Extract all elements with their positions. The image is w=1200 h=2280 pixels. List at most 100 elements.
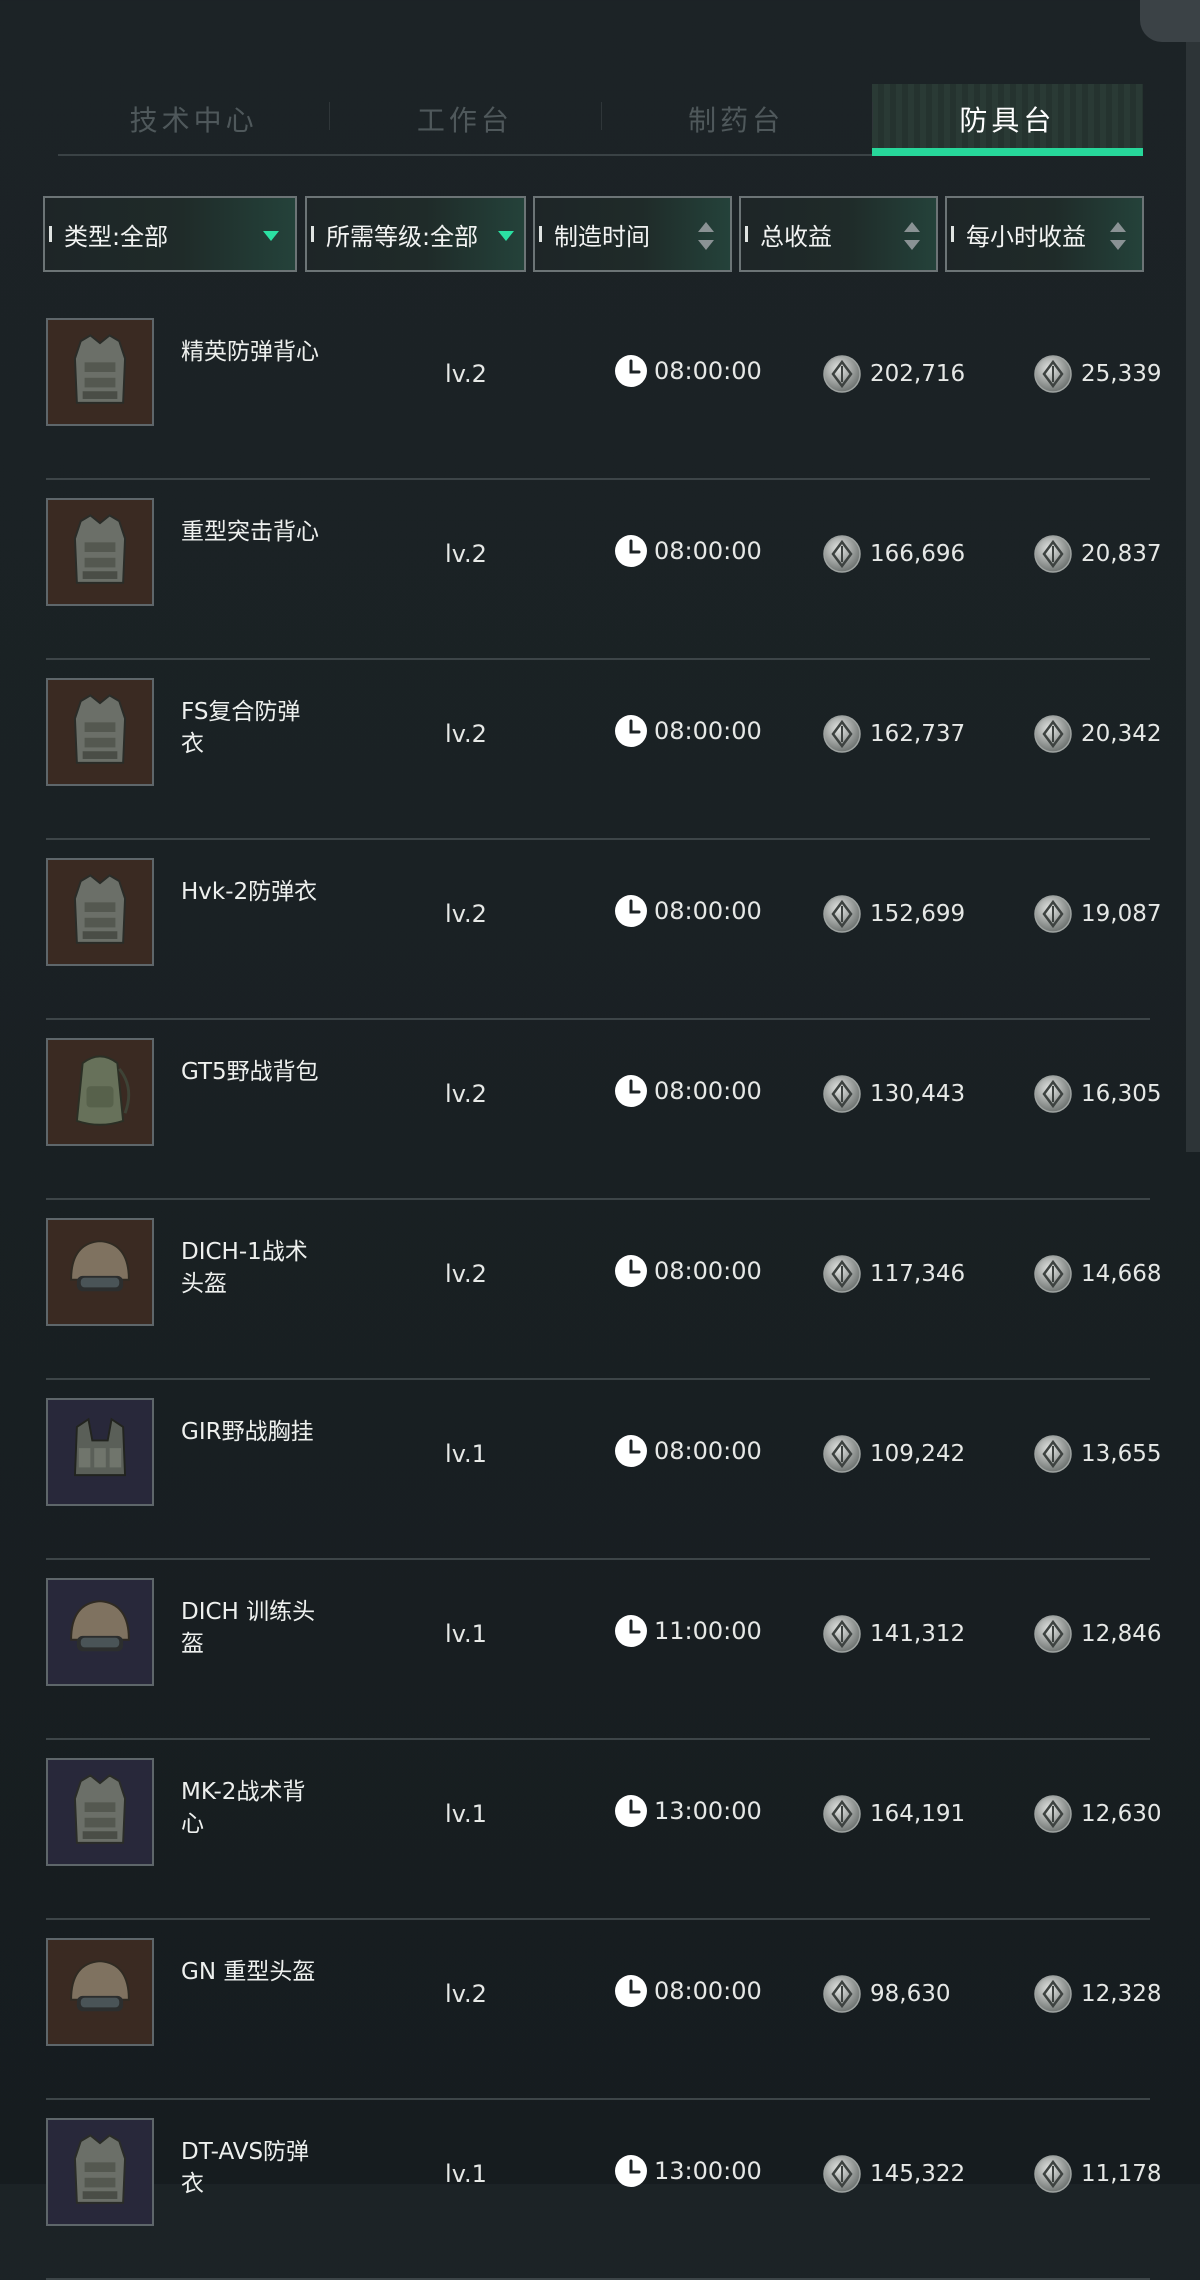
level-filter-label: 所需等级:全部 [326, 222, 479, 251]
list-item[interactable]: DICH-1战术头盔 lv.2 08:00:00 117,346 14,668 [46, 1200, 1161, 1380]
window-corner [1140, 0, 1200, 42]
craft-time: 08:00:00 [614, 1434, 762, 1468]
craft-time: 08:00:00 [614, 714, 762, 748]
list-item[interactable]: 精英防弹背心 lv.2 08:00:00 202,716 25,339 [46, 300, 1161, 480]
list-item[interactable]: FS复合防弹衣 lv.2 08:00:00 162,737 20,342 [46, 660, 1161, 840]
clock-icon [615, 2155, 647, 2187]
list-item[interactable]: GN 重型头盔 lv.2 08:00:00 98,630 12,328 [46, 1920, 1161, 2100]
coin-icon [1034, 355, 1072, 393]
type-filter-label: 类型:全部 [64, 222, 169, 251]
tab-armor-bench[interactable]: 防具台 [871, 84, 1144, 156]
tab-workbench[interactable]: 工作台 [329, 84, 600, 154]
craft-time: 08:00:00 [614, 894, 762, 928]
coin-icon [823, 1615, 861, 1653]
hourly-profit-value: 14,668 [1081, 1261, 1162, 1287]
sort-icon [698, 222, 714, 250]
sort-icon [1110, 222, 1126, 250]
scrollbar[interactable] [1186, 42, 1200, 1152]
total-profit: 152,699 [822, 894, 965, 934]
vest-icon [46, 678, 154, 786]
list-item[interactable]: GIR野战胸挂 lv.1 08:00:00 109,242 13,655 [46, 1380, 1161, 1560]
craft-time-value: 13:00:00 [654, 2157, 762, 2185]
vest-icon [46, 498, 154, 606]
list-item[interactable]: DT-AVS防弹衣 lv.1 13:00:00 145,322 11,178 [46, 2100, 1161, 2280]
total-profit-value: 98,630 [870, 1981, 951, 2007]
list-item[interactable]: DICH 训练头盔 lv.1 11:00:00 141,312 12,846 [46, 1560, 1161, 1740]
craft-item-list: 精英防弹背心 lv.2 08:00:00 202,716 25,339 重型突击背心 lv.… [46, 300, 1161, 2280]
craft-time-value: 08:00:00 [654, 897, 762, 925]
backpack-icon [46, 1038, 154, 1146]
clock-icon [615, 895, 647, 927]
craft-time: 11:00:00 [614, 1614, 762, 1648]
total-profit: 162,737 [822, 714, 965, 754]
craft-time-value: 08:00:00 [654, 717, 762, 745]
item-level: lv.2 [445, 1080, 487, 1108]
craft-time-value: 13:00:00 [654, 1797, 762, 1825]
craft-time-sort-label: 制造时间 [554, 222, 650, 251]
clock-icon [615, 1435, 647, 1467]
item-level: lv.2 [445, 1260, 487, 1288]
craft-time-value: 08:00:00 [654, 1257, 762, 1285]
coin-icon [1034, 1975, 1072, 2013]
divider [49, 226, 52, 242]
coin-icon [823, 895, 861, 933]
total-profit-sort-button[interactable]: 总收益 [739, 196, 938, 272]
clock-icon [615, 715, 647, 747]
hourly-profit-value: 13,655 [1081, 1441, 1162, 1467]
craft-time-value: 11:00:00 [654, 1617, 762, 1645]
level-filter-dropdown[interactable]: 所需等级:全部 [305, 196, 526, 272]
chevron-down-icon [263, 231, 279, 241]
helmet-icon [46, 1218, 154, 1326]
total-profit-value: 109,242 [870, 1441, 966, 1467]
hourly-profit-value: 25,339 [1081, 361, 1162, 387]
craft-time-sort-button[interactable]: 制造时间 [533, 196, 732, 272]
item-name: GT5野战背包 [181, 1059, 319, 1085]
list-item[interactable]: GT5野战背包 lv.2 08:00:00 130,443 16,305 [46, 1020, 1161, 1200]
total-profit: 166,696 [822, 534, 965, 574]
item-level: lv.2 [445, 540, 487, 568]
hourly-profit-value: 16,305 [1081, 1081, 1162, 1107]
vest-icon [46, 858, 154, 966]
craft-time-value: 08:00:00 [654, 357, 762, 385]
tab-tech-center[interactable]: 技术中心 [58, 84, 329, 154]
item-name: DICH-1战术头盔 [181, 1239, 308, 1297]
hourly-profit-value: 20,342 [1081, 721, 1162, 747]
item-name: GIR野战胸挂 [181, 1419, 314, 1445]
hourly-profit: 13,655 [1033, 1434, 1161, 1474]
tab-pharmacy[interactable]: 制药台 [600, 84, 872, 154]
coin-icon [1034, 1255, 1072, 1293]
coin-icon [823, 535, 861, 573]
total-profit: 117,346 [822, 1254, 965, 1294]
hourly-profit: 20,837 [1033, 534, 1161, 574]
item-level: lv.1 [445, 1440, 487, 1468]
total-profit: 141,312 [822, 1614, 965, 1654]
coin-icon [1034, 1435, 1072, 1473]
craft-time: 08:00:00 [614, 354, 762, 388]
divider [539, 226, 542, 242]
hourly-profit: 14,668 [1033, 1254, 1161, 1294]
coin-icon [1034, 1795, 1072, 1833]
item-name: FS复合防弹衣 [181, 699, 301, 757]
item-level: lv.2 [445, 900, 487, 928]
item-name: DICH 训练头盔 [181, 1599, 316, 1657]
hourly-profit-value: 11,178 [1081, 2161, 1162, 2187]
item-level: lv.2 [445, 720, 487, 748]
divider [951, 226, 954, 242]
list-item[interactable]: Hvk-2防弹衣 lv.2 08:00:00 152,699 19,087 [46, 840, 1161, 1020]
item-name: GN 重型头盔 [181, 1959, 316, 1985]
coin-icon [823, 1435, 861, 1473]
craft-time: 13:00:00 [614, 2154, 762, 2188]
item-level: lv.1 [445, 1620, 487, 1648]
hourly-profit-value: 12,328 [1081, 1981, 1162, 2007]
craft-time: 08:00:00 [614, 1974, 762, 2008]
chest-rig-icon [46, 1398, 154, 1506]
type-filter-dropdown[interactable]: 类型:全部 [43, 196, 297, 272]
list-item[interactable]: MK-2战术背心 lv.1 13:00:00 164,191 12,630 [46, 1740, 1161, 1920]
list-item[interactable]: 重型突击背心 lv.2 08:00:00 166,696 20,837 [46, 480, 1161, 660]
item-name: 精英防弹背心 [181, 339, 319, 365]
hourly-profit-sort-button[interactable]: 每小时收益 [945, 196, 1144, 272]
hourly-profit: 19,087 [1033, 894, 1161, 934]
total-profit-value: 166,696 [870, 541, 966, 567]
craft-time: 08:00:00 [614, 1254, 762, 1288]
item-name: 重型突击背心 [181, 519, 319, 545]
